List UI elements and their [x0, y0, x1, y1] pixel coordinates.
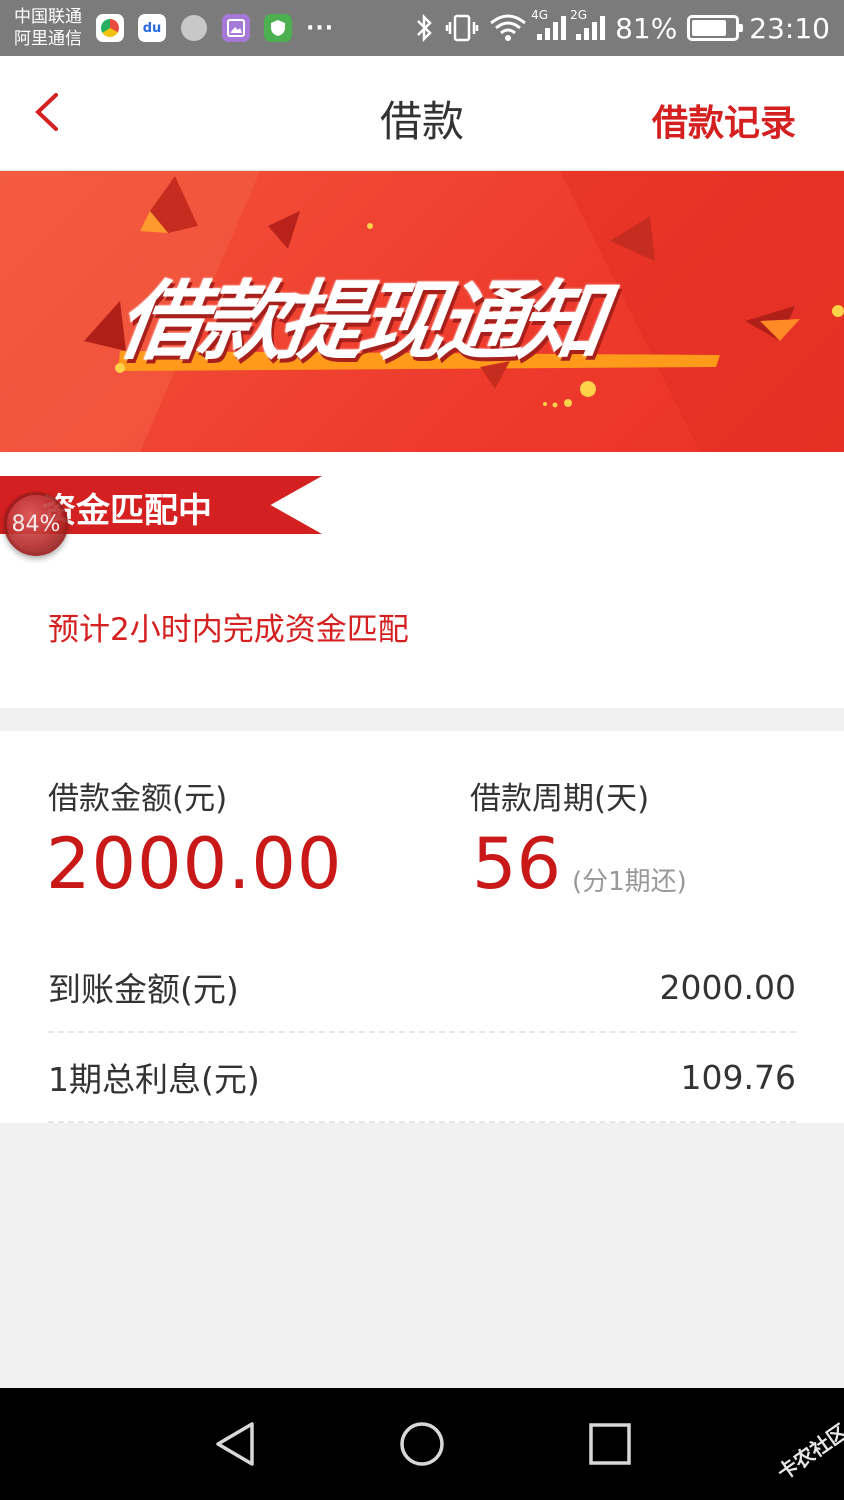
floating-progress-bubble[interactable]: 84% — [4, 492, 68, 556]
circle-app-icon — [180, 14, 208, 42]
shield-icon — [264, 14, 292, 42]
notification-icons: du ··· — [96, 14, 334, 42]
clock: 23:10 — [749, 11, 830, 45]
received-amount-value: 2000.00 — [659, 967, 796, 1007]
nav-back-icon[interactable] — [212, 1420, 260, 1468]
signal-4g-icon: 4G — [531, 8, 567, 40]
received-amount-label: 到账金额(元) — [48, 970, 239, 1009]
browser-icon — [96, 14, 124, 42]
battery-percent: 81% — [615, 11, 678, 45]
loan-period-label: 借款周期(天) — [470, 781, 650, 817]
promo-banner[interactable]: 借款提现通知 — [0, 171, 844, 452]
loan-records-link[interactable]: 借款记录 — [652, 94, 796, 146]
signal-2g-icon: 2G — [570, 8, 606, 40]
network-type-2g: 2G — [570, 8, 587, 22]
loan-details: 借款金额(元) 2000.00 借款周期(天) 56 (分1期还) 到账金额(元… — [0, 731, 844, 1123]
total-interest-value: 109.76 — [680, 1057, 796, 1097]
watermark: 卡农社区 — [772, 1419, 844, 1485]
gallery-icon — [222, 14, 250, 42]
total-interest-row: 1期总利息(元) 109.76 — [48, 1033, 796, 1123]
bluetooth-icon — [417, 13, 432, 43]
banner-headline: 借款提现通知 — [111, 272, 606, 372]
vibrate-icon — [445, 14, 479, 42]
matching-eta-note: 预计2小时内完成资金匹配 — [48, 612, 409, 648]
system-indicators: 4G 2G 81% 23:10 — [415, 8, 830, 45]
battery-icon — [687, 15, 744, 41]
app-header: 借款 借款记录 — [0, 56, 844, 171]
carrier-info: 中国联通 阿里通信 — [14, 6, 82, 50]
baidu-icon: du — [138, 14, 166, 42]
more-notifications-icon: ··· — [306, 15, 335, 41]
loan-amount-label: 借款金额(元) — [48, 781, 228, 817]
carrier-primary: 中国联通 — [14, 7, 82, 27]
carrier-secondary: 阿里通信 — [14, 29, 82, 49]
total-interest-label: 1期总利息(元) — [48, 1060, 260, 1099]
nav-recents-icon[interactable] — [586, 1420, 634, 1468]
wifi-icon — [490, 14, 527, 41]
loan-period-value: 56 — [472, 823, 562, 905]
matching-status-card: 资金匹配中 84% 预计2小时内完成资金匹配 — [0, 452, 844, 708]
received-amount-row: 到账金额(元) 2000.00 — [48, 943, 796, 1033]
system-nav-bar: 卡农社区 — [0, 1388, 844, 1500]
status-bar: 中国联通 阿里通信 du ··· 4G 2G 81% 23:10 — [0, 0, 844, 56]
installment-note: (分1期还) — [572, 867, 687, 897]
loan-amount-value: 2000.00 — [46, 823, 343, 905]
battery-fill — [692, 20, 727, 36]
nav-home-icon[interactable] — [398, 1420, 446, 1468]
network-type-4g: 4G — [531, 8, 548, 22]
